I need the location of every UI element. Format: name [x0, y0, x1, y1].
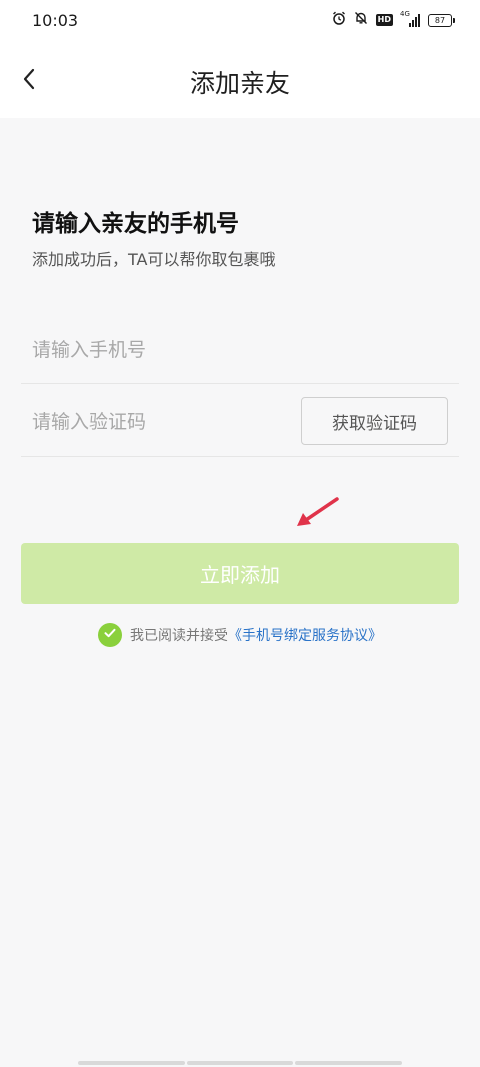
check-icon — [103, 626, 117, 644]
hd-badge: HD — [375, 14, 393, 26]
arrow-annotation-icon — [297, 497, 339, 526]
nav-bar: 添加亲友 — [0, 44, 480, 118]
divider — [21, 383, 459, 384]
agreement-row: 我已阅读并接受《手机号绑定服务协议》 — [0, 623, 480, 647]
network-type: 4G — [400, 10, 410, 18]
status-icons: HD 4G 87 — [332, 10, 455, 29]
status-bar: 10:03 HD 4G 87 — [0, 0, 480, 44]
get-code-button[interactable]: 获取验证码 — [301, 397, 448, 445]
divider — [21, 456, 459, 457]
status-time: 10:03 — [32, 11, 79, 30]
phone-input[interactable] — [32, 330, 452, 370]
agreement-text: 我已阅读并接受 — [130, 628, 228, 644]
form-heading: 请输入亲友的手机号 — [32, 211, 239, 237]
signal-icon: 4G — [400, 10, 420, 27]
battery-level: 87 — [434, 15, 446, 25]
agreement-link[interactable]: 《手机号绑定服务协议》 — [228, 628, 382, 644]
battery-icon: 87 — [428, 13, 455, 27]
home-indicator — [78, 1061, 403, 1065]
add-now-button[interactable]: 立即添加 — [21, 543, 459, 604]
agree-checkbox[interactable] — [98, 623, 122, 647]
page-title: 添加亲友 — [189, 69, 290, 98]
verification-code-input[interactable] — [32, 402, 282, 442]
bell-off-icon — [354, 11, 368, 29]
form-subheading: 添加成功后，TA可以帮你取包裹哦 — [32, 250, 276, 269]
alarm-icon — [332, 11, 346, 29]
